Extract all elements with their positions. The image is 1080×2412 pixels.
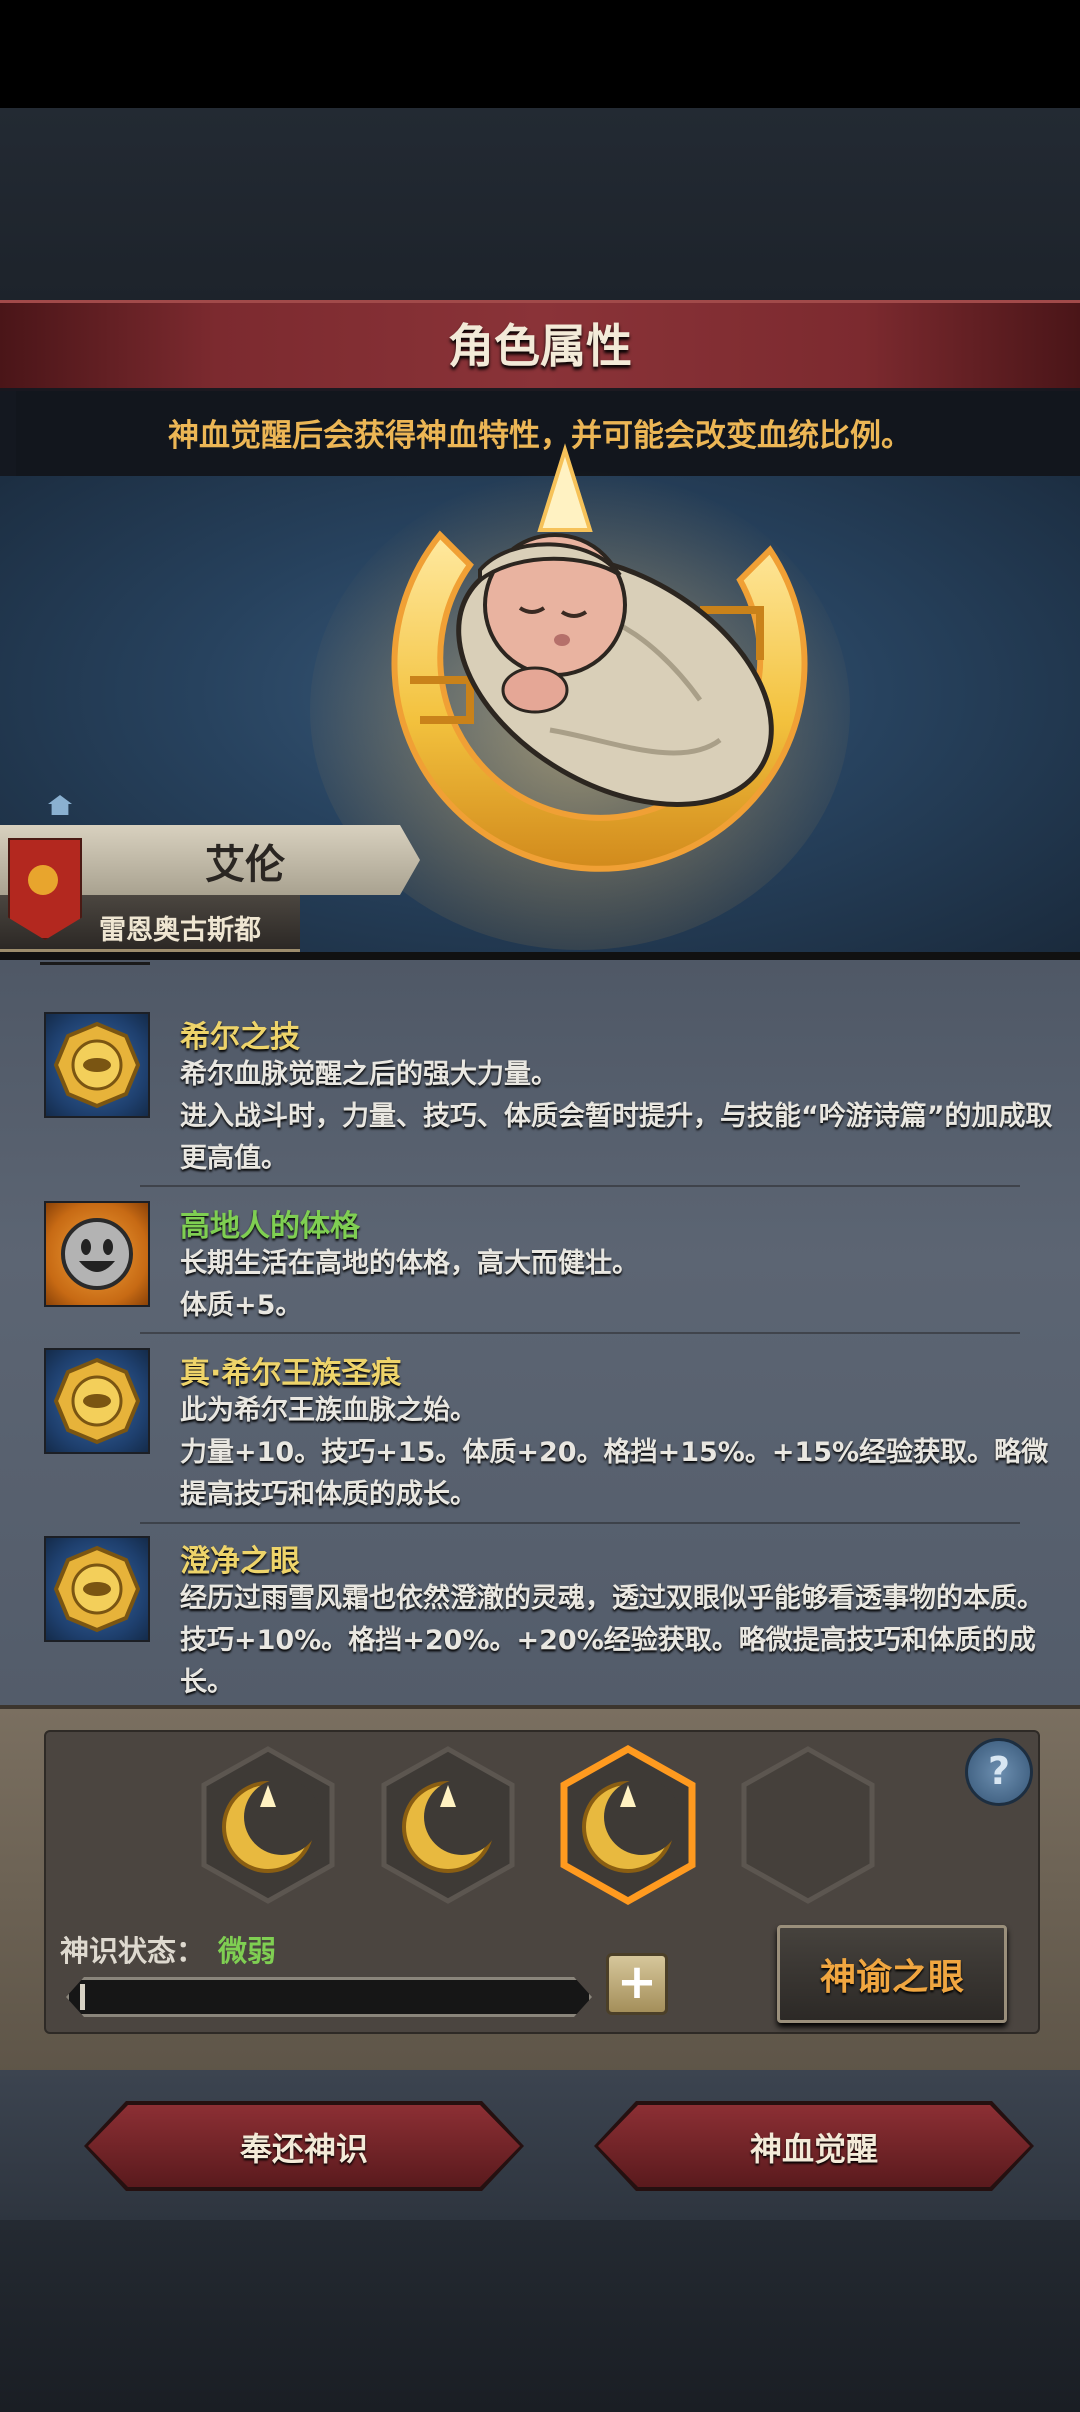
trait-desc: 长期生活在高地的体格，高大而健壮。 体质+5。: [180, 1248, 639, 1321]
oracle-eye-label: 神谕之眼: [819, 1957, 964, 1998]
return-button-label: 奉还神识: [239, 2130, 368, 2168]
trait-desc: 经历过雨雪风霜也依然澄澈的灵魂，透过双眼似乎能够看透事物的本质。 技巧+10%。…: [180, 1583, 1044, 1698]
character-name: 艾伦: [205, 842, 285, 888]
trait-desc: 希尔血脉觉醒之后的强大力量。 进入战斗时，力量、技巧、体质会暂时提升，与技能“吟…: [180, 1059, 1053, 1174]
divider: [140, 1185, 1020, 1187]
bloodline-slot-3-selected[interactable]: [558, 1744, 698, 1906]
clipped-row: [40, 962, 150, 979]
bloodline-slot-4-empty[interactable]: [738, 1745, 878, 1905]
status-progress-fill: [80, 1984, 85, 2010]
golden-emblem-icon: [44, 1536, 150, 1642]
awaken-button-label: 神血觉醒: [749, 2130, 878, 2168]
golden-emblem-icon: [44, 1348, 150, 1454]
trait-name: 澄净之眼: [180, 1544, 300, 1579]
trait-name: 希尔之技: [180, 1020, 300, 1055]
status-value: 微弱: [218, 1934, 277, 1968]
add-button[interactable]: +: [606, 1953, 668, 2015]
bloodline-slot-1[interactable]: [198, 1745, 338, 1905]
golden-emblem-icon: [44, 1012, 150, 1118]
status-label: 神识状态：: [60, 1934, 206, 1968]
smiley-face-icon: [44, 1201, 150, 1307]
help-button[interactable]: ?: [965, 1738, 1033, 1806]
bottom-backdrop: [0, 2220, 1080, 2412]
trait-name: 高地人的体格: [180, 1209, 360, 1244]
trait-name: 真·希尔王族圣痕: [180, 1356, 402, 1391]
hero-divider: [0, 952, 1080, 960]
divider: [140, 1522, 1020, 1524]
trait-desc: 此为希尔王族血脉之始。 力量+10。技巧+15。体质+20。格挡+15%。+15…: [180, 1395, 1049, 1510]
character-origin: 雷恩奥古斯都: [99, 915, 261, 946]
sun-emblem-icon: [28, 865, 58, 895]
page-title: 角色属性: [448, 319, 632, 373]
status-bar: [0, 0, 1080, 108]
status-progress-bar: [66, 1977, 592, 2017]
bloodline-slot-2[interactable]: [378, 1745, 518, 1905]
header-backdrop: [0, 108, 1080, 300]
divider: [140, 1332, 1020, 1334]
